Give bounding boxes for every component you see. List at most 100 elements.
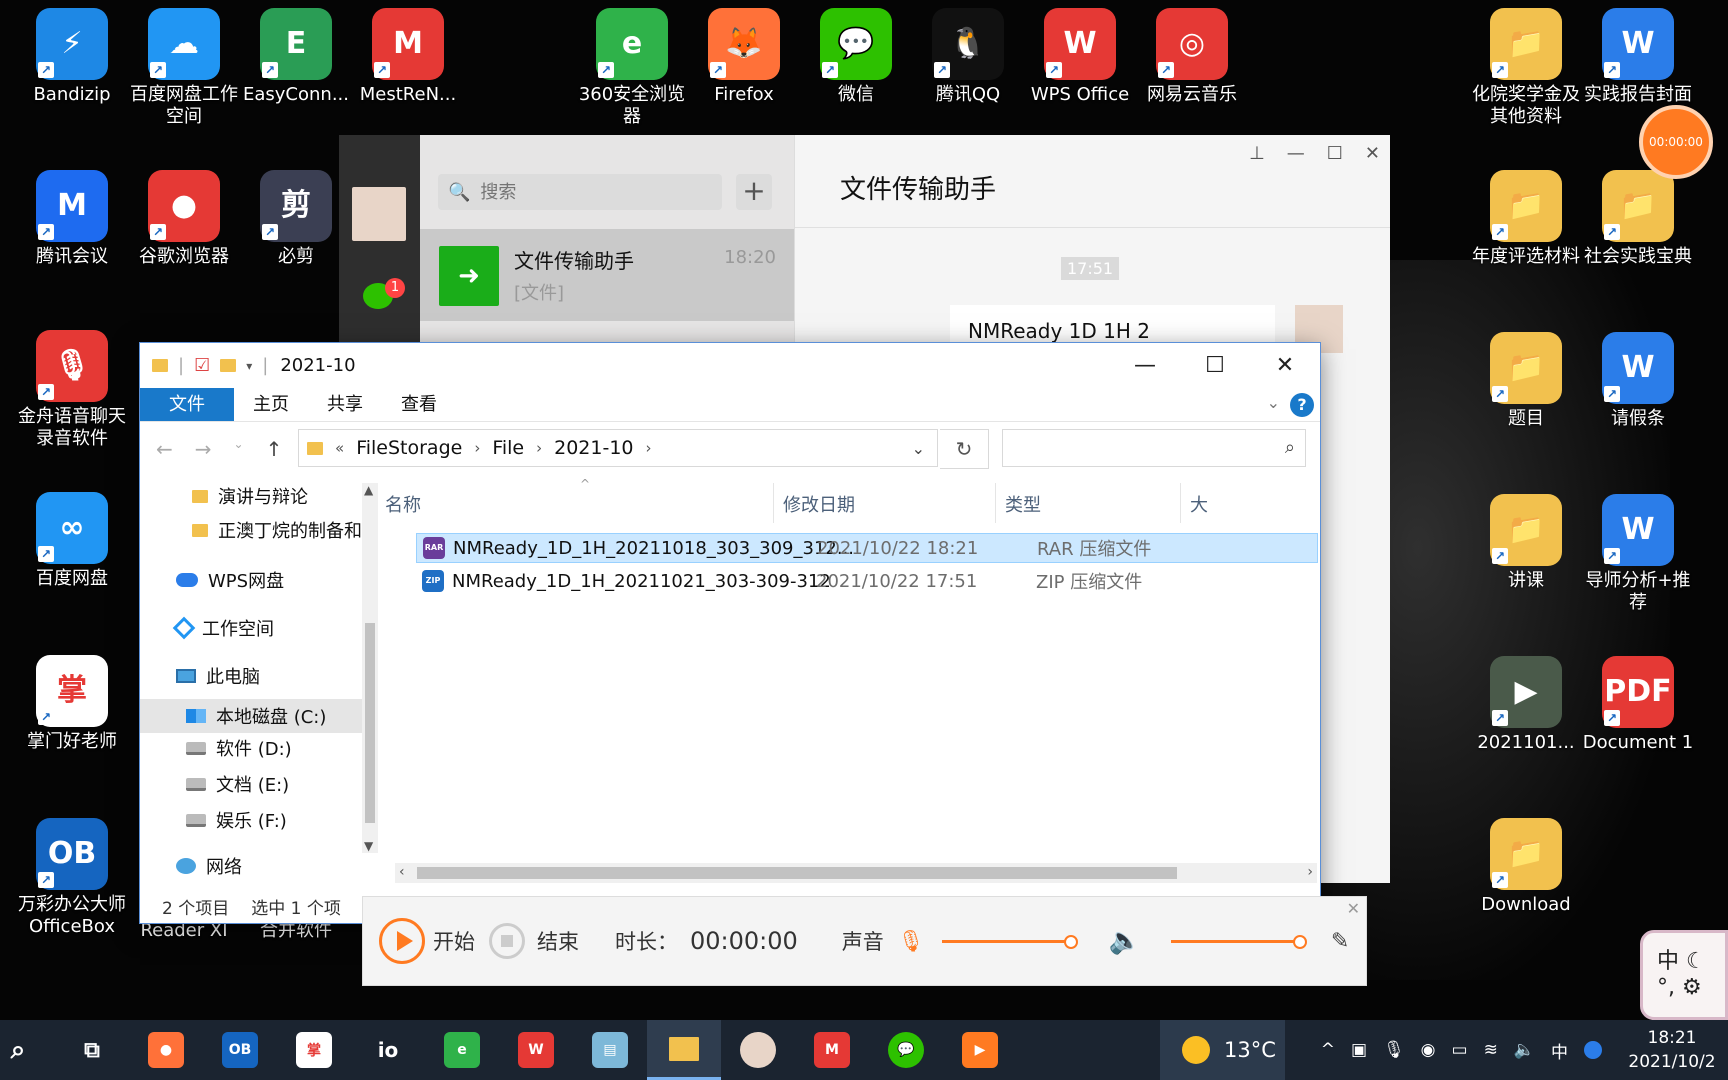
scroll-up-icon[interactable]: ▲ bbox=[364, 483, 373, 497]
minimize-button[interactable]: — bbox=[1287, 143, 1305, 164]
breadcrumb-file[interactable]: File bbox=[492, 437, 524, 459]
new-folder-icon[interactable] bbox=[220, 359, 237, 372]
mestrenova-icon[interactable]: M bbox=[814, 1032, 850, 1068]
start-button[interactable]: 开始 bbox=[433, 926, 475, 956]
wifi-icon[interactable]: ≋ bbox=[1484, 1040, 1498, 1060]
nav-item[interactable]: 工作空间 bbox=[172, 615, 274, 641]
wechat-search[interactable]: 🔍 bbox=[438, 174, 722, 210]
nav-item[interactable]: 文档 (E:) bbox=[186, 771, 289, 797]
desktop-icon-merge[interactable]: 合并软件 bbox=[240, 920, 352, 942]
desktop-icon-left-1[interactable]: ☁ ↗ 百度网盘工作空间 bbox=[128, 8, 240, 128]
scroll-left-icon[interactable]: ‹ bbox=[399, 864, 405, 880]
scrollbar-thumb[interactable] bbox=[365, 623, 375, 823]
desktop-icon-right-7[interactable]: W ↗ 导师分析+推荐 bbox=[1582, 494, 1694, 614]
desktop-icon-left-10[interactable]: OB ↗ 万彩办公大师 OfficeBox bbox=[16, 818, 128, 938]
desktop-icon-left-4[interactable]: M ↗ 腾讯会议 bbox=[16, 170, 128, 268]
help-icon[interactable]: ? bbox=[1290, 393, 1314, 417]
desktop-icon-right-9[interactable]: PDF ↗ Document 1 bbox=[1582, 656, 1694, 754]
nav-item[interactable]: WPS网盘 bbox=[176, 567, 284, 593]
forward-icon[interactable]: → bbox=[195, 437, 212, 461]
desktop-icon-top-0[interactable]: e ↗ 360安全浏览器 bbox=[576, 8, 688, 128]
tab-file[interactable]: 文件 bbox=[140, 388, 234, 421]
maximize-button[interactable]: ☐ bbox=[1327, 143, 1343, 164]
wechat-icon[interactable]: 💬 bbox=[888, 1032, 924, 1068]
refresh-icon[interactable]: ↻ bbox=[940, 429, 989, 469]
tray-app-icon[interactable]: ◉ bbox=[1421, 1040, 1436, 1060]
desktop-icon-right-6[interactable]: 📁 ↗ 讲课 bbox=[1470, 494, 1582, 592]
wechat-search-input[interactable] bbox=[478, 180, 703, 204]
recorder-icon[interactable]: ▶ bbox=[962, 1032, 998, 1068]
properties-icon[interactable]: ☑ bbox=[194, 355, 210, 376]
column-date[interactable]: 修改日期 bbox=[783, 491, 855, 517]
nav-item[interactable]: 网络 bbox=[176, 853, 242, 879]
desktop-icon-right-4[interactable]: 📁 ↗ 题目 bbox=[1470, 332, 1582, 430]
clock[interactable]: 18:21 2021/10/2 bbox=[1622, 1026, 1722, 1074]
breadcrumb-filestorage[interactable]: FileStorage bbox=[356, 437, 462, 459]
desktop-icon-right-2[interactable]: 📁 ↗ 年度评选材料 bbox=[1470, 170, 1582, 268]
breadcrumb-2021-10[interactable]: 2021-10 bbox=[554, 437, 633, 459]
desktop-icon-left-6[interactable]: 剪 ↗ 必剪 bbox=[240, 170, 352, 268]
360-browser-icon[interactable]: e bbox=[444, 1032, 480, 1068]
desktop-icon-top-1[interactable]: 🦊 ↗ Firefox bbox=[688, 8, 800, 106]
pen-icon[interactable]: ✎ bbox=[1331, 929, 1349, 954]
desktop-icon-left-3[interactable]: M ↗ MestReN... bbox=[352, 8, 464, 106]
desktop-icon-left-2[interactable]: E ↗ EasyConn... bbox=[240, 8, 352, 106]
nav-item[interactable]: 软件 (D:) bbox=[186, 735, 292, 761]
desktop-icon-right-5[interactable]: W ↗ 请假条 bbox=[1582, 332, 1694, 430]
ime-widget[interactable]: 中 ☾ °, ⚙ bbox=[1640, 930, 1728, 1020]
firefox-icon[interactable]: ● bbox=[148, 1032, 184, 1068]
weather-widget[interactable]: 13°C bbox=[1160, 1020, 1285, 1080]
desktop-icon-top-3[interactable]: 🐧 ↗ 腾讯QQ bbox=[912, 8, 1024, 106]
up-icon[interactable]: ↑ bbox=[266, 437, 283, 461]
column-type[interactable]: 类型 bbox=[1005, 491, 1041, 517]
ime-tray-label[interactable]: 中 bbox=[1551, 1038, 1568, 1063]
close-button[interactable]: ✕ bbox=[1250, 343, 1320, 388]
horizontal-scrollbar[interactable]: ‹ › bbox=[395, 863, 1317, 883]
recording-timer-bubble[interactable]: 00:00:00 bbox=[1639, 105, 1713, 179]
explorer-search-input[interactable] bbox=[1009, 430, 1263, 466]
play-icon[interactable] bbox=[379, 918, 425, 964]
wechat-avatar[interactable] bbox=[352, 187, 406, 241]
scroll-right-icon[interactable]: › bbox=[1307, 864, 1313, 880]
stop-icon[interactable] bbox=[489, 923, 525, 959]
search-icon[interactable]: ⌕ bbox=[0, 1032, 36, 1068]
recent-icon[interactable]: ⌄ bbox=[234, 437, 244, 461]
column-size[interactable]: 大 bbox=[1190, 491, 1208, 517]
desktop-icon-top-2[interactable]: 💬 ↗ 微信 bbox=[800, 8, 912, 106]
file-row[interactable]: ZIP NMReady_1D_1H_20211021_303-309-312 202… bbox=[416, 566, 1318, 596]
stop-button[interactable]: 结束 bbox=[537, 926, 579, 956]
maximize-button[interactable]: ☐ bbox=[1180, 343, 1250, 388]
chevron-up-icon[interactable]: ^ bbox=[1321, 1040, 1335, 1060]
file-explorer-taskbar-icon[interactable] bbox=[647, 1020, 721, 1080]
notes-icon[interactable]: ▤ bbox=[592, 1032, 628, 1068]
nav-item[interactable]: 本地磁盘 (C:) bbox=[140, 699, 376, 733]
nav-item[interactable]: 此电脑 bbox=[176, 663, 260, 689]
mic-volume-slider[interactable] bbox=[942, 934, 1079, 949]
back-icon[interactable]: ← bbox=[156, 437, 173, 461]
desktop-icon-right-3[interactable]: 📁 ↗ 社会实践宝典 bbox=[1582, 170, 1694, 268]
scroll-down-icon[interactable]: ▼ bbox=[364, 839, 373, 853]
desktop-icon-reader[interactable]: Reader XI bbox=[128, 920, 240, 942]
chat-item-file-transfer[interactable]: ➜ 文件传输助手 18:20 [文件] bbox=[420, 229, 794, 321]
nav-scrollbar[interactable]: ▲ ▼ bbox=[362, 483, 378, 853]
speaker-volume-slider[interactable] bbox=[1170, 934, 1307, 949]
close-button[interactable]: ✕ bbox=[1365, 143, 1380, 164]
desktop-icon-right-10[interactable]: 📁 ↗ Download bbox=[1470, 818, 1582, 916]
column-name[interactable]: 名称 bbox=[385, 491, 421, 517]
add-chat-button[interactable]: + bbox=[736, 174, 772, 210]
minimize-button[interactable]: — bbox=[1110, 343, 1180, 388]
explorer-search[interactable]: ⌕ bbox=[1002, 429, 1306, 467]
close-icon[interactable]: ✕ bbox=[1347, 899, 1360, 918]
chevron-down-icon[interactable]: ⌄ bbox=[912, 439, 925, 458]
wps-icon[interactable]: W bbox=[518, 1032, 554, 1068]
nav-item[interactable]: 正澳丁烷的制备和 bbox=[192, 517, 362, 543]
tab-home[interactable]: 主页 bbox=[234, 388, 308, 421]
microphone-icon[interactable]: 🎙 bbox=[898, 929, 925, 954]
chevron-down-icon[interactable]: ⌄ bbox=[1267, 393, 1280, 412]
battery-icon[interactable]: ▭ bbox=[1452, 1040, 1468, 1060]
nav-item[interactable]: 娱乐 (F:) bbox=[186, 807, 287, 833]
io-icon[interactable]: io bbox=[370, 1032, 406, 1068]
desktop-icon-left-8[interactable]: ∞ ↗ 百度网盘 bbox=[16, 492, 128, 590]
pin-icon[interactable]: ⊥ bbox=[1249, 143, 1265, 164]
desktop-icon-right-0[interactable]: 📁 ↗ 化院奖学金及其他资料 bbox=[1470, 8, 1582, 128]
